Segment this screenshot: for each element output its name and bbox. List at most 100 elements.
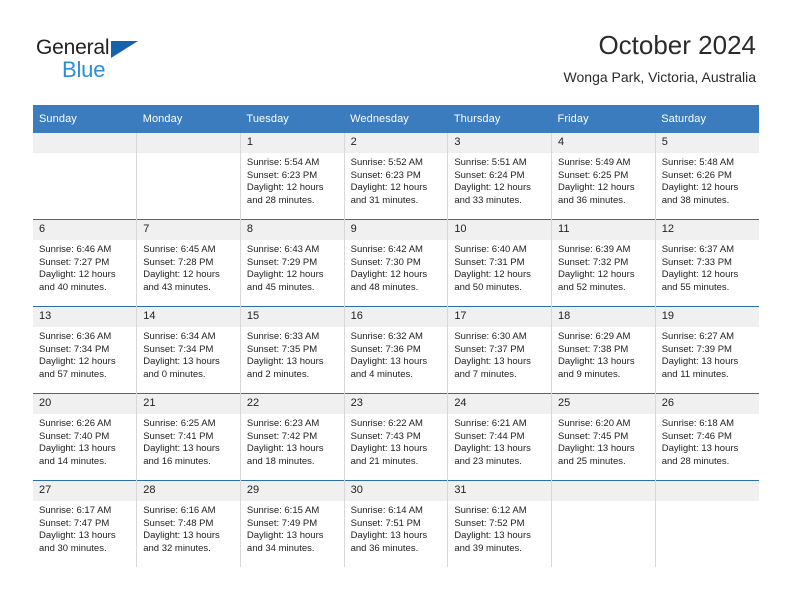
day-cell[interactable]: 27 Sunrise: 6:17 AM Sunset: 7:47 PM Dayl… [33, 480, 137, 567]
day-number: 30 [344, 481, 448, 501]
day-cell[interactable]: 11 Sunrise: 6:39 AM Sunset: 7:32 PM Dayl… [551, 219, 656, 307]
day-cell[interactable]: 29 Sunrise: 6:15 AM Sunset: 7:49 PM Dayl… [239, 480, 345, 567]
day-cell[interactable]: 7 Sunrise: 6:45 AM Sunset: 7:28 PM Dayli… [136, 219, 241, 307]
sunrise-text: Sunrise: 6:27 AM [661, 331, 735, 342]
day-number: 7 [137, 220, 240, 240]
sunset-text: Sunset: 7:52 PM [454, 517, 525, 529]
day-details: Sunrise: 5:49 AM Sunset: 6:25 PM Dayligh… [552, 153, 655, 207]
sunrise-text: Sunrise: 6:16 AM [143, 505, 216, 516]
day-cell[interactable] [654, 480, 759, 567]
sunset-text: Sunset: 7:47 PM [39, 517, 110, 529]
daylight-text: Daylight: 12 hours and 48 minutes. [350, 269, 428, 293]
sunrise-text: Sunrise: 6:20 AM [558, 418, 631, 429]
day-details: Sunrise: 6:18 AM Sunset: 7:46 PM Dayligh… [656, 414, 759, 468]
day-details: Sunrise: 6:45 AM Sunset: 7:28 PM Dayligh… [137, 240, 240, 294]
daylight-text: Daylight: 13 hours and 7 minutes. [454, 356, 531, 380]
calendar-week-row: 6 Sunrise: 6:46 AM Sunset: 7:27 PM Dayli… [33, 219, 759, 307]
day-details: Sunrise: 6:39 AM Sunset: 7:32 PM Dayligh… [552, 240, 655, 294]
day-cell[interactable] [551, 480, 656, 567]
sunrise-text: Sunrise: 5:48 AM [661, 157, 735, 168]
sunrise-text: Sunrise: 5:51 AM [454, 157, 527, 168]
day-cell[interactable]: 16 Sunrise: 6:32 AM Sunset: 7:36 PM Dayl… [343, 306, 448, 394]
sunrise-text: Sunrise: 6:25 AM [143, 418, 216, 429]
day-cell[interactable]: 15 Sunrise: 6:33 AM Sunset: 7:35 PM Dayl… [239, 306, 345, 394]
day-details: Sunrise: 6:21 AM Sunset: 7:44 PM Dayligh… [448, 414, 551, 468]
day-details: Sunrise: 6:22 AM Sunset: 7:43 PM Dayligh… [345, 414, 448, 468]
day-number: 21 [137, 394, 240, 414]
daylight-text: Daylight: 13 hours and 14 minutes. [39, 443, 116, 467]
day-number [552, 481, 655, 501]
sunrise-text: Sunrise: 6:12 AM [454, 505, 527, 516]
sunrise-text: Sunrise: 6:33 AM [246, 331, 320, 342]
day-number: 18 [552, 307, 655, 327]
day-cell[interactable]: 26 Sunrise: 6:18 AM Sunset: 7:46 PM Dayl… [654, 393, 759, 481]
sunset-text: Sunset: 7:40 PM [39, 430, 110, 442]
day-details: Sunrise: 6:36 AM Sunset: 7:34 PM Dayligh… [33, 327, 136, 381]
day-cell[interactable]: 18 Sunrise: 6:29 AM Sunset: 7:38 PM Dayl… [551, 306, 656, 394]
day-cell[interactable]: 1 Sunrise: 5:54 AM Sunset: 6:23 PM Dayli… [239, 133, 345, 220]
day-details: Sunrise: 5:51 AM Sunset: 6:24 PM Dayligh… [448, 153, 551, 207]
day-cell[interactable]: 2 Sunrise: 5:52 AM Sunset: 6:23 PM Dayli… [343, 133, 448, 220]
sunrise-text: Sunrise: 6:21 AM [454, 418, 527, 429]
daylight-text: Daylight: 13 hours and 23 minutes. [454, 443, 531, 467]
day-cell[interactable]: 14 Sunrise: 6:34 AM Sunset: 7:34 PM Dayl… [136, 306, 241, 394]
day-cell[interactable]: 31 Sunrise: 6:12 AM Sunset: 7:52 PM Dayl… [447, 480, 552, 567]
day-details: Sunrise: 6:15 AM Sunset: 7:49 PM Dayligh… [241, 501, 344, 555]
day-cell[interactable]: 23 Sunrise: 6:22 AM Sunset: 7:43 PM Dayl… [343, 393, 448, 481]
day-cell[interactable]: 20 Sunrise: 6:26 AM Sunset: 7:40 PM Dayl… [33, 393, 137, 481]
daylight-text: Daylight: 12 hours and 43 minutes. [143, 269, 220, 293]
day-cell[interactable]: 3 Sunrise: 5:51 AM Sunset: 6:24 PM Dayli… [447, 133, 552, 220]
day-cell[interactable]: 9 Sunrise: 6:42 AM Sunset: 7:30 PM Dayli… [343, 219, 448, 307]
day-details: Sunrise: 6:17 AM Sunset: 7:47 PM Dayligh… [33, 501, 136, 555]
day-number: 29 [240, 481, 344, 501]
daylight-text: Daylight: 13 hours and 0 minutes. [143, 356, 220, 380]
day-cell[interactable]: 4 Sunrise: 5:49 AM Sunset: 6:25 PM Dayli… [551, 133, 656, 220]
day-cell[interactable]: 13 Sunrise: 6:36 AM Sunset: 7:34 PM Dayl… [33, 306, 137, 394]
day-cell[interactable] [136, 133, 241, 220]
day-number: 1 [240, 133, 344, 153]
sunset-text: Sunset: 7:32 PM [558, 256, 629, 268]
sunrise-text: Sunrise: 6:29 AM [558, 331, 631, 342]
day-cell[interactable]: 22 Sunrise: 6:23 AM Sunset: 7:42 PM Dayl… [239, 393, 345, 481]
day-cell[interactable]: 6 Sunrise: 6:46 AM Sunset: 7:27 PM Dayli… [33, 219, 137, 307]
day-details: Sunrise: 6:16 AM Sunset: 7:48 PM Dayligh… [137, 501, 240, 555]
sunrise-text: Sunrise: 6:45 AM [143, 244, 216, 255]
day-cell[interactable]: 21 Sunrise: 6:25 AM Sunset: 7:41 PM Dayl… [136, 393, 241, 481]
sunset-text: Sunset: 7:34 PM [143, 343, 214, 355]
sunrise-text: Sunrise: 6:15 AM [246, 505, 320, 516]
sunset-text: Sunset: 6:23 PM [246, 169, 318, 181]
sunset-text: Sunset: 7:51 PM [350, 517, 421, 529]
day-number [655, 481, 759, 501]
daylight-text: Daylight: 12 hours and 33 minutes. [454, 182, 531, 206]
sunrise-text: Sunrise: 6:18 AM [661, 418, 735, 429]
sunrise-text: Sunrise: 6:30 AM [454, 331, 527, 342]
daylight-text: Daylight: 13 hours and 16 minutes. [143, 443, 220, 467]
day-cell[interactable]: 24 Sunrise: 6:21 AM Sunset: 7:44 PM Dayl… [447, 393, 552, 481]
day-number: 19 [655, 307, 759, 327]
sunrise-text: Sunrise: 5:49 AM [558, 157, 631, 168]
day-details: Sunrise: 6:20 AM Sunset: 7:45 PM Dayligh… [552, 414, 655, 468]
sunrise-text: Sunrise: 6:42 AM [350, 244, 423, 255]
day-cell[interactable]: 28 Sunrise: 6:16 AM Sunset: 7:48 PM Dayl… [136, 480, 241, 567]
day-cell[interactable]: 25 Sunrise: 6:20 AM Sunset: 7:45 PM Dayl… [551, 393, 656, 481]
sunrise-text: Sunrise: 6:36 AM [39, 331, 112, 342]
day-details [137, 153, 240, 157]
day-cell[interactable]: 10 Sunrise: 6:40 AM Sunset: 7:31 PM Dayl… [447, 219, 552, 307]
day-cell[interactable] [33, 133, 137, 220]
day-cell[interactable]: 17 Sunrise: 6:30 AM Sunset: 7:37 PM Dayl… [447, 306, 552, 394]
sunrise-text: Sunrise: 6:14 AM [350, 505, 423, 516]
sunset-text: Sunset: 6:26 PM [661, 169, 732, 181]
day-cell[interactable]: 19 Sunrise: 6:27 AM Sunset: 7:39 PM Dayl… [654, 306, 759, 394]
weekday-header-tuesday: Tuesday [240, 105, 345, 133]
day-cell[interactable]: 12 Sunrise: 6:37 AM Sunset: 7:33 PM Dayl… [654, 219, 759, 307]
sunset-text: Sunset: 7:30 PM [350, 256, 421, 268]
sunset-text: Sunset: 7:34 PM [39, 343, 110, 355]
day-cell[interactable]: 8 Sunrise: 6:43 AM Sunset: 7:29 PM Dayli… [239, 219, 345, 307]
sunset-text: Sunset: 7:43 PM [350, 430, 421, 442]
day-details: Sunrise: 6:30 AM Sunset: 7:37 PM Dayligh… [448, 327, 551, 381]
day-cell[interactable]: 5 Sunrise: 5:48 AM Sunset: 6:26 PM Dayli… [654, 133, 759, 220]
day-cell[interactable]: 30 Sunrise: 6:14 AM Sunset: 7:51 PM Dayl… [343, 480, 448, 567]
daylight-text: Daylight: 12 hours and 40 minutes. [39, 269, 116, 293]
day-details: Sunrise: 6:37 AM Sunset: 7:33 PM Dayligh… [656, 240, 759, 294]
day-details: Sunrise: 6:29 AM Sunset: 7:38 PM Dayligh… [552, 327, 655, 381]
